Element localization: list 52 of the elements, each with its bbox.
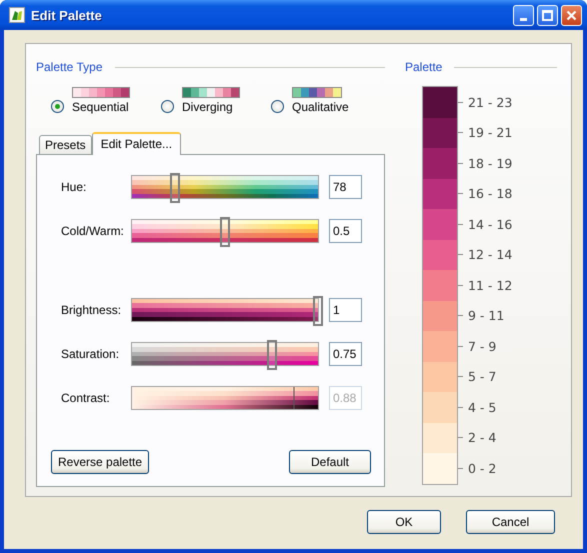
range-label: 19 - 21 — [468, 125, 512, 140]
range-label: 9 - 11 — [468, 308, 504, 324]
swatch-strip — [182, 87, 240, 98]
slider-label: Contrast: — [61, 391, 111, 405]
app-icon — [9, 7, 25, 23]
reverse-palette-button[interactable]: Reverse palette — [51, 450, 150, 474]
section-heading: Palette — [405, 60, 442, 74]
range-label: 5 - 7 — [468, 369, 496, 384]
range-label: 11 - 12 — [468, 278, 512, 293]
tab[interactable]: Presets — [39, 135, 92, 154]
cancel-button[interactable]: Cancel — [466, 510, 555, 534]
range-label: 21 - 23 — [468, 94, 512, 110]
slider-thumb[interactable] — [220, 217, 230, 247]
slider-thumb[interactable] — [266, 340, 276, 370]
slider-label: Brightness: — [61, 303, 122, 317]
radio-button[interactable] — [51, 100, 64, 113]
value-field[interactable]: 0.75 — [329, 342, 362, 366]
maximize-button[interactable] — [537, 4, 558, 26]
range-label: 16 - 18 — [468, 186, 512, 202]
range-label: 12 - 14 — [468, 247, 512, 262]
swatch-strip — [292, 87, 342, 98]
swatch-strip — [72, 87, 130, 98]
minimize-icon — [520, 18, 527, 20]
range-label: 4 - 5 — [468, 400, 496, 415]
ok-button[interactable]: OK — [367, 510, 441, 534]
default-button[interactable]: Default — [289, 450, 371, 474]
color-slider[interactable] — [131, 386, 319, 410]
close-button[interactable] — [561, 4, 582, 26]
range-label: 7 - 9 — [468, 338, 496, 354]
slider-label: Cold/Warm: — [61, 224, 125, 238]
radio-label[interactable]: Diverging — [182, 100, 233, 114]
close-icon — [566, 10, 577, 20]
range-label: 14 - 16 — [468, 216, 512, 232]
radio-label[interactable]: Qualitative — [292, 100, 349, 114]
minimize-button[interactable] — [513, 4, 534, 26]
radio-button[interactable] — [271, 100, 284, 113]
range-label: 2 - 4 — [468, 430, 496, 446]
window-title: Edit Palette — [31, 8, 103, 22]
value-field[interactable]: 78 — [329, 175, 362, 199]
slider-thumb[interactable] — [170, 173, 180, 203]
radio-label[interactable]: Sequential — [72, 100, 129, 114]
value-field[interactable]: 1 — [329, 298, 362, 322]
slider-thumb[interactable] — [313, 296, 323, 326]
slider-label: Hue: — [61, 180, 88, 194]
maximize-icon — [542, 10, 553, 20]
radio-button[interactable] — [161, 100, 174, 113]
tab[interactable]: Edit Palette... — [92, 132, 182, 155]
value-field[interactable]: 0.5 — [329, 219, 362, 243]
range-label: 18 - 19 — [468, 156, 512, 171]
slider-label: Saturation: — [61, 347, 120, 361]
section-heading: Palette Type — [36, 60, 102, 74]
range-label: 0 - 2 — [468, 460, 496, 476]
